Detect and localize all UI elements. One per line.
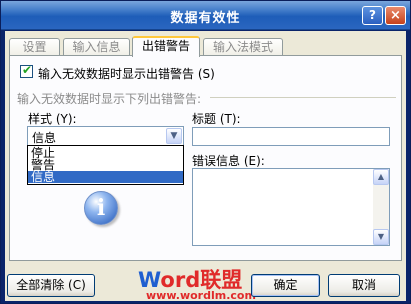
message-scrollbar[interactable]: ▲ ▼ [373, 169, 389, 245]
scroll-down-icon[interactable]: ▼ [373, 229, 389, 245]
watermark-url: www.wordlm.com [146, 289, 256, 302]
style-label: 样式 (Y): [28, 112, 77, 126]
message-textarea[interactable]: ▲ ▼ [192, 168, 390, 246]
tab-settings[interactable]: 设置 [9, 38, 60, 56]
ok-button[interactable]: 确定 [251, 274, 320, 297]
dialog-body: 设置 输入信息 出错警告 输入法模式 ✔ 输入无效数据时显示出错警告 (S) 输… [5, 31, 406, 302]
show-alert-label: 输入无效数据时显示出错警告 (S) [38, 67, 215, 81]
clear-all-button[interactable]: 全部清除 (C) [7, 274, 95, 297]
alert-group-label: 输入无效数据时显示下列出错警告: [17, 92, 202, 106]
title-label: 标题 (T): [192, 112, 241, 126]
group-divider [210, 97, 396, 98]
dialog-title: 数据有效性 [170, 11, 241, 26]
style-option-information[interactable]: 信息 [28, 171, 183, 183]
style-select-value: 信息 [32, 131, 57, 145]
close-button[interactable]: × [385, 6, 406, 25]
error-alert-panel: ✔ 输入无效数据时显示出错警告 (S) 输入无效数据时显示下列出错警告: 样式 … [9, 55, 402, 261]
style-dropdown-list: 停止 警告 信息 [27, 145, 184, 185]
title-input[interactable] [192, 127, 390, 146]
message-label: 错误信息 (E): [192, 154, 265, 168]
dialog-window: 数据有效性 ? × 设置 输入信息 出错警告 输入法模式 ✔ 输入无效数据时显示… [0, 0, 411, 304]
tab-ime-mode[interactable]: 输入法模式 [203, 38, 283, 56]
info-icon: i [84, 191, 118, 225]
checkmark-icon: ✔ [22, 63, 33, 77]
cancel-button[interactable]: 取消 [328, 274, 400, 297]
title-bar[interactable]: 数据有效性 ? × [1, 1, 410, 30]
style-select[interactable]: 信息 ▼ [27, 126, 184, 146]
chevron-down-icon[interactable]: ▼ [166, 128, 182, 144]
scroll-up-icon[interactable]: ▲ [373, 169, 389, 185]
tab-error-alert[interactable]: 出错警告 [132, 36, 200, 57]
show-alert-checkbox[interactable]: ✔ [20, 63, 33, 78]
tab-input-message[interactable]: 输入信息 [63, 38, 130, 56]
help-button[interactable]: ? [362, 6, 383, 25]
